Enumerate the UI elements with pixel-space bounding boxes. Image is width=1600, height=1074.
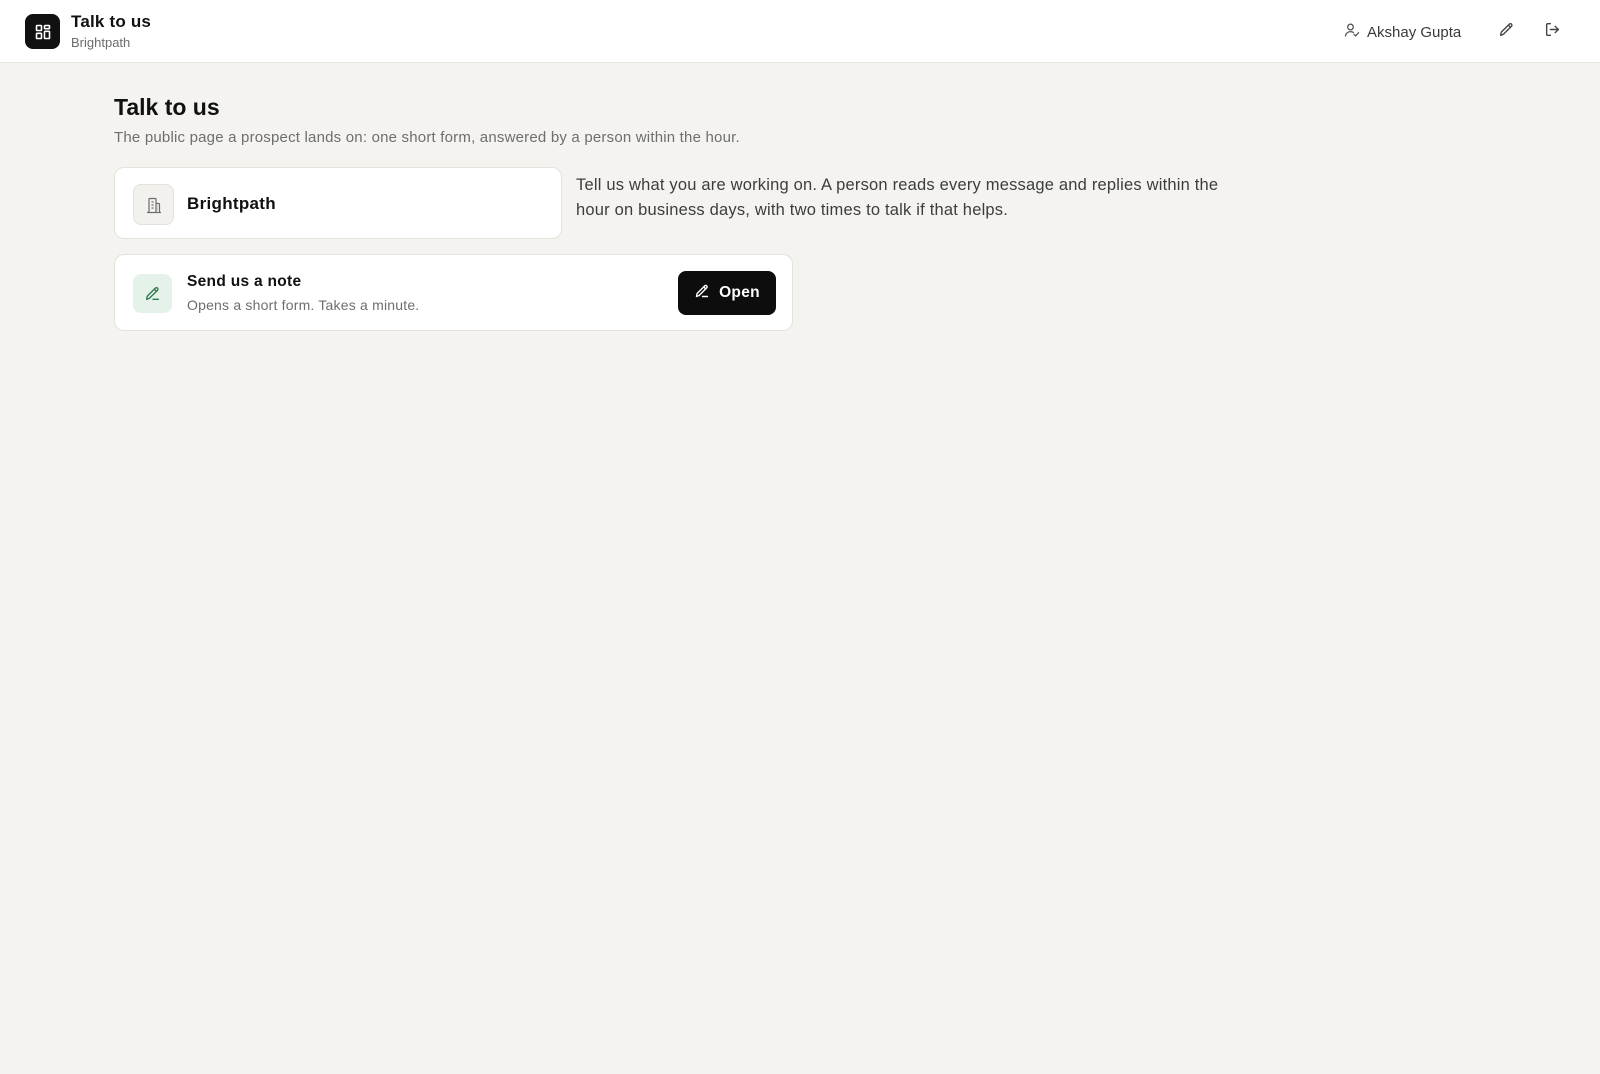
send-note-card: Send us a note Opens a short form. Takes… <box>114 254 793 331</box>
user-name: Akshay Gupta <box>1367 23 1462 41</box>
brand-name: Brightpath <box>187 194 276 213</box>
edit-button[interactable] <box>1493 19 1519 45</box>
open-button-label: Open <box>719 284 760 301</box>
logout-button[interactable] <box>1539 19 1565 45</box>
pencil-icon <box>133 274 172 313</box>
brand-card: Brightpath <box>114 167 562 239</box>
pencil-icon <box>1498 21 1515 43</box>
logout-icon <box>1544 21 1561 43</box>
pencil-icon <box>694 283 710 304</box>
building-icon <box>133 184 174 225</box>
top-bar: Talk to us Brightpath Akshay Gupta <box>0 0 1600 63</box>
grid-icon[interactable] <box>25 14 60 49</box>
note-title: Send us a note <box>187 273 302 290</box>
app-subtitle: Brightpath <box>71 35 131 50</box>
intro-text: Tell us what you are working on. A perso… <box>576 176 1219 219</box>
page-subtitle: The public page a prospect lands on: one… <box>114 129 740 146</box>
user-icon <box>1344 22 1360 42</box>
open-button[interactable]: Open <box>678 271 776 315</box>
note-description: Opens a short form. Takes a minute. <box>187 297 420 313</box>
app-title: Talk to us <box>71 12 152 31</box>
user-menu-button[interactable]: Akshay Gupta <box>1344 20 1461 44</box>
page-title: Talk to us <box>114 94 220 120</box>
